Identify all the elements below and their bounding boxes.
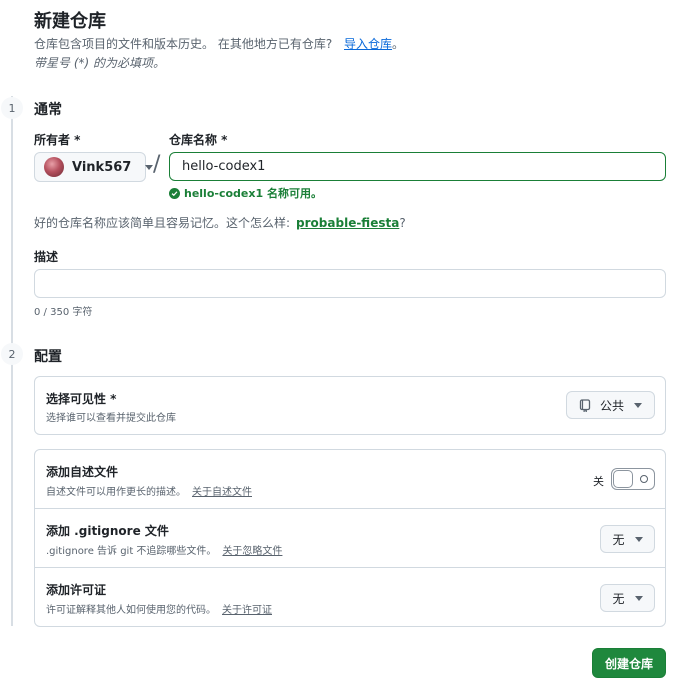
readme-description: 自述文件可以用作更长的描述。 关于自述文件 xyxy=(46,483,252,498)
section-title-general: 通常 xyxy=(34,102,62,118)
visibility-description: 选择谁可以查看并提交此仓库 xyxy=(46,413,176,424)
gitignore-title: 添加 .gitignore 文件 xyxy=(46,524,169,538)
name-suggestion: 好的仓库名称应该简单且容易记忆。这个怎么样: probable-fiesta? xyxy=(34,214,406,231)
license-select-button[interactable]: 无 xyxy=(600,584,655,612)
license-selected: 无 xyxy=(612,591,625,606)
gitignore-desc-text: .gitignore 告诉 git 不追踪哪些文件。 xyxy=(46,546,217,557)
step-2-badge: 2 xyxy=(1,343,23,365)
owner-select-button[interactable]: Vink567 xyxy=(34,152,154,182)
repo-name-input[interactable] xyxy=(169,152,666,181)
availability-message: hello-codex1 名称可用。 xyxy=(169,185,322,201)
description-input[interactable] xyxy=(34,269,666,298)
license-description: 许可证解释其他人如何使用您的代码。 关于许可证 xyxy=(46,601,272,616)
readme-toggle-state: 关 xyxy=(593,475,604,488)
toggle-knob xyxy=(613,470,633,488)
suggestion-end: ? xyxy=(399,216,406,230)
description-char-count: 0 / 350 字符 xyxy=(34,307,93,318)
visibility-title: 选择可见性 * xyxy=(46,392,117,406)
readme-desc-text: 自述文件可以用作更长的描述。 xyxy=(46,487,186,498)
license-about-link[interactable]: 关于许可证 xyxy=(222,605,272,616)
repo-icon xyxy=(579,398,591,412)
owner-avatar xyxy=(44,157,64,177)
repo-name-label: 仓库名称 * xyxy=(169,133,228,147)
page-subtitle: 仓库包含项目的文件和版本历史。 在其他地方已有仓库? 导入仓库。 xyxy=(34,35,404,52)
chevron-down-icon xyxy=(634,402,642,408)
subtitle-end: 。 xyxy=(392,37,405,51)
owner-repo-separator: / xyxy=(153,152,161,177)
license-desc-text: 许可证解释其他人如何使用您的代码。 xyxy=(46,605,216,616)
owner-label: 所有者 * xyxy=(34,133,81,147)
readme-toggle[interactable] xyxy=(611,468,655,490)
visibility-select-button[interactable]: 公共 xyxy=(566,391,655,419)
visibility-selected: 公共 xyxy=(599,398,624,413)
required-fields-note: 带星号 (*) 的为必填项。 xyxy=(34,56,165,70)
visibility-card: 选择可见性 * 选择谁可以查看并提交此仓库 公共 xyxy=(34,376,666,435)
gitignore-about-link[interactable]: 关于忽略文件 xyxy=(222,546,282,557)
suggestion-text: 好的仓库名称应该简单且容易记忆。这个怎么样: xyxy=(34,216,291,230)
create-repository-button[interactable]: 创建仓库 xyxy=(592,648,666,678)
suggested-name-link[interactable]: probable-fiesta xyxy=(296,216,399,230)
repo-options-card: 添加自述文件 自述文件可以用作更长的描述。 关于自述文件 关 添加 .gitign… xyxy=(34,449,666,627)
description-label: 描述 xyxy=(34,250,59,264)
readme-title: 添加自述文件 xyxy=(46,465,119,479)
options-divider-1 xyxy=(35,508,665,509)
availability-text: hello-codex1 名称可用。 xyxy=(184,187,322,200)
readme-about-link[interactable]: 关于自述文件 xyxy=(192,487,252,498)
toggle-off-icon xyxy=(640,475,648,483)
step-1-badge: 1 xyxy=(1,97,23,119)
gitignore-description: .gitignore 告诉 git 不追踪哪些文件。 关于忽略文件 xyxy=(46,542,282,557)
gitignore-select-button[interactable]: 无 xyxy=(600,525,655,553)
subtitle-text: 仓库包含项目的文件和版本历史。 在其他地方已有仓库? xyxy=(34,37,333,51)
import-repository-link[interactable]: 导入仓库 xyxy=(344,37,392,51)
owner-name: Vink567 xyxy=(72,159,132,175)
section-title-configuration: 配置 xyxy=(34,349,62,365)
license-title: 添加许可证 xyxy=(46,583,107,597)
check-circle-icon xyxy=(169,187,180,199)
chevron-down-icon xyxy=(634,536,643,542)
chevron-down-icon xyxy=(634,595,643,601)
page-title: 新建仓库 xyxy=(34,11,106,32)
options-divider-2 xyxy=(35,567,665,568)
gitignore-selected: 无 xyxy=(612,532,625,547)
